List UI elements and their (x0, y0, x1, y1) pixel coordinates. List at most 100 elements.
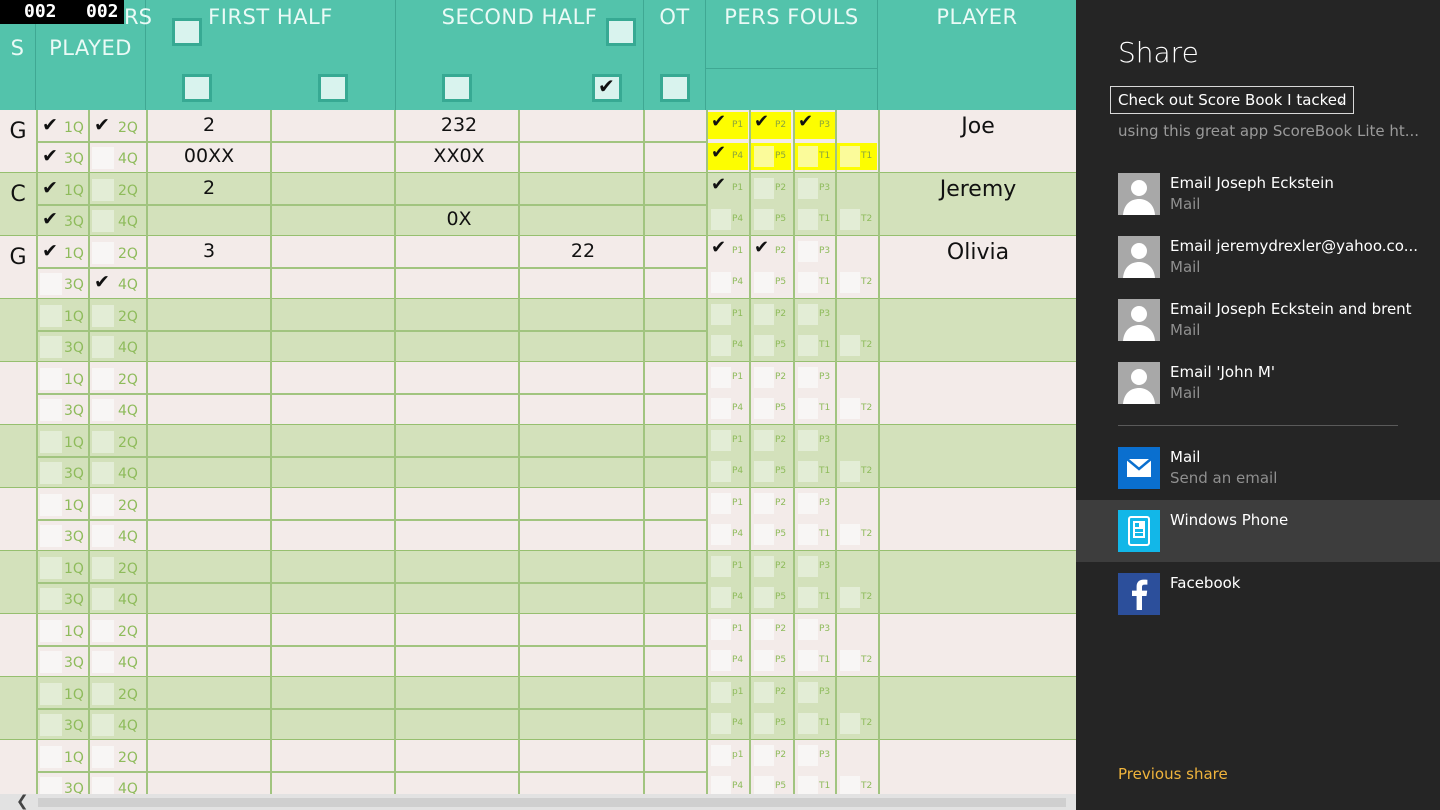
quarter-2q-checkbox[interactable] (92, 179, 114, 201)
ot-score-cell[interactable] (644, 555, 706, 579)
foul-p5-checkbox[interactable] (754, 524, 774, 545)
first-half-score-cell[interactable]: 00XX (148, 145, 270, 167)
foul-t1-checkbox[interactable] (798, 587, 818, 608)
quarter-1q-checkbox[interactable] (40, 494, 62, 516)
quarter-4q-checkbox[interactable] (92, 714, 114, 736)
foul-t2-checkbox[interactable] (840, 209, 860, 230)
player-position[interactable] (0, 301, 36, 361)
foul-p1-checkbox[interactable] (711, 745, 731, 766)
quarter-1q-checkbox[interactable] (40, 114, 62, 138)
quarter-2q-checkbox[interactable] (92, 242, 114, 264)
quarter-3q-checkbox[interactable] (40, 588, 62, 610)
quarter-3q-checkbox[interactable] (40, 651, 62, 673)
share-target-contact[interactable]: Email Joseph Eckstein Mail (1076, 163, 1440, 225)
first-half-score-cell[interactable]: 3 (148, 240, 270, 262)
quarter-4q-checkbox[interactable] (92, 462, 114, 484)
foul-p1-checkbox[interactable] (711, 304, 731, 325)
quarter-1q-checkbox[interactable] (40, 557, 62, 579)
foul-t2-checkbox[interactable] (840, 335, 860, 356)
ot-score-cell[interactable] (644, 492, 706, 516)
foul-p5-checkbox[interactable] (754, 209, 774, 230)
foul-p2-checkbox[interactable] (754, 682, 774, 703)
quarter-3q-checkbox[interactable] (40, 336, 62, 358)
foul-p5-checkbox[interactable] (754, 146, 774, 167)
quarter-2q-checkbox[interactable] (92, 494, 114, 516)
foul-p3-checkbox[interactable] (798, 304, 818, 325)
foul-t1-checkbox[interactable] (798, 461, 818, 482)
quarter-4q-checkbox[interactable] (92, 147, 114, 169)
quarter-2q-checkbox[interactable] (92, 368, 114, 390)
foul-p3-checkbox[interactable] (798, 367, 818, 388)
foul-p4-checkbox[interactable] (711, 524, 731, 545)
quarter-2q-checkbox[interactable] (92, 557, 114, 579)
player-position[interactable] (0, 553, 36, 613)
player-position[interactable]: C (0, 175, 36, 235)
foul-t1-checkbox[interactable] (798, 272, 818, 293)
share-app-mail-app[interactable]: Mail Send an email (1076, 437, 1440, 499)
foul-p5-checkbox[interactable] (754, 335, 774, 356)
foul-p5-checkbox[interactable] (754, 461, 774, 482)
ot-score-cell[interactable] (644, 177, 706, 201)
foul-p2-checkbox[interactable] (754, 111, 774, 136)
foul-p1-checkbox[interactable] (711, 556, 731, 577)
foul-t2-checkbox[interactable] (840, 146, 860, 167)
foul-t2-checkbox[interactable] (840, 524, 860, 545)
foul-t1-checkbox[interactable] (798, 209, 818, 230)
first-half-column-1-checkbox[interactable] (182, 74, 212, 102)
share-target-contact[interactable]: Email jeremydrexler@yahoo.co... Mail (1076, 226, 1440, 288)
quarter-2q-checkbox[interactable] (92, 305, 114, 327)
foul-p3-checkbox[interactable] (798, 111, 818, 136)
quarter-2q-checkbox[interactable] (92, 620, 114, 642)
foul-p3-checkbox[interactable] (798, 430, 818, 451)
share-target-contact[interactable]: Email 'John M' Mail (1076, 352, 1440, 414)
quarter-3q-checkbox[interactable] (40, 462, 62, 484)
foul-t2-checkbox[interactable] (840, 713, 860, 734)
player-position[interactable] (0, 616, 36, 676)
foul-p1-checkbox[interactable] (711, 493, 731, 514)
player-position[interactable] (0, 490, 36, 550)
second-half-column-2-checkbox[interactable] (592, 74, 622, 102)
foul-p4-checkbox[interactable] (711, 650, 731, 671)
foul-p3-checkbox[interactable] (798, 619, 818, 640)
foul-p5-checkbox[interactable] (754, 587, 774, 608)
quarter-3q-checkbox[interactable] (40, 208, 62, 232)
first-half-score-cell[interactable]: 2 (148, 177, 270, 199)
foul-p4-checkbox[interactable] (711, 713, 731, 734)
foul-p4-checkbox[interactable] (711, 209, 731, 230)
first-half-column-2-checkbox[interactable] (318, 74, 348, 102)
foul-p1-checkbox[interactable] (711, 619, 731, 640)
quarter-2q-checkbox[interactable] (92, 683, 114, 705)
foul-p3-checkbox[interactable] (798, 556, 818, 577)
quarter-4q-checkbox[interactable] (92, 271, 114, 295)
second-half-score-cell[interactable]: 0X (398, 208, 520, 230)
foul-p1-checkbox[interactable] (711, 237, 731, 262)
scroll-left-icon[interactable]: ❮ (16, 792, 29, 810)
foul-p1-checkbox[interactable] (711, 367, 731, 388)
foul-t1-checkbox[interactable] (798, 335, 818, 356)
quarter-1q-checkbox[interactable] (40, 431, 62, 453)
quarter-1q-checkbox[interactable] (40, 177, 62, 201)
quarter-4q-checkbox[interactable] (92, 651, 114, 673)
quarter-1q-checkbox[interactable] (40, 240, 62, 264)
foul-p2-checkbox[interactable] (754, 367, 774, 388)
foul-p3-checkbox[interactable] (798, 745, 818, 766)
foul-p1-checkbox[interactable] (711, 682, 731, 703)
foul-p2-checkbox[interactable] (754, 619, 774, 640)
player-position[interactable] (0, 364, 36, 424)
quarter-2q-checkbox[interactable] (92, 746, 114, 768)
second-half-score-cell[interactable]: 232 (398, 114, 520, 136)
foul-p1-checkbox[interactable] (711, 111, 731, 136)
player-position[interactable] (0, 427, 36, 487)
second-half-select-all-checkbox[interactable] (606, 18, 636, 46)
foul-p2-checkbox[interactable] (754, 178, 774, 199)
foul-p4-checkbox[interactable] (711, 461, 731, 482)
ot-column-checkbox[interactable] (660, 74, 690, 102)
foul-p4-checkbox[interactable] (711, 398, 731, 419)
ot-score-cell[interactable] (644, 618, 706, 642)
foul-p5-checkbox[interactable] (754, 272, 774, 293)
foul-t2-checkbox[interactable] (840, 650, 860, 671)
foul-p2-checkbox[interactable] (754, 304, 774, 325)
quarter-2q-checkbox[interactable] (92, 114, 114, 138)
foul-p2-checkbox[interactable] (754, 237, 774, 262)
quarter-3q-checkbox[interactable] (40, 714, 62, 736)
